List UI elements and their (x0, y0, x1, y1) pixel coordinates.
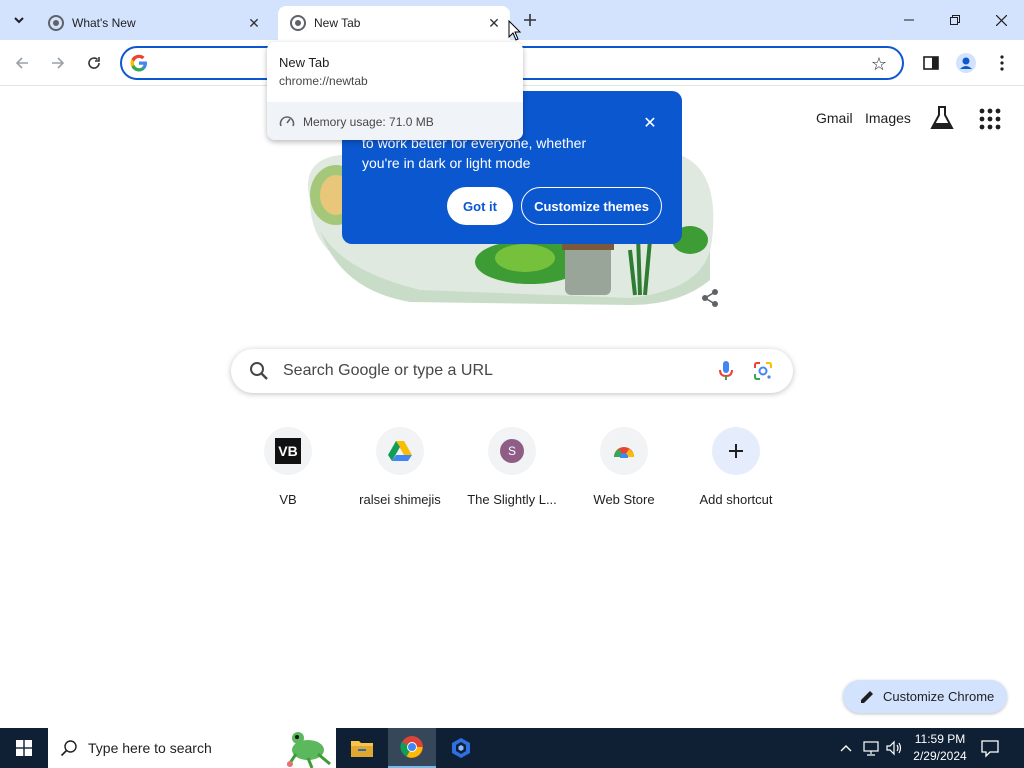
copilot-icon (452, 738, 470, 758)
shortcut-tile[interactable]: S The Slightly L... (456, 427, 568, 517)
got-it-button[interactable]: Got it (447, 187, 513, 225)
tab-new-tab[interactable]: New Tab ✕ (278, 6, 510, 40)
plus-icon (712, 427, 760, 475)
tab-search-button[interactable] (6, 7, 32, 33)
taskbar-clock[interactable]: 11:59 PM 2/29/2024 (905, 731, 975, 765)
chrome-logo-icon (400, 736, 423, 758)
notification-center-icon[interactable] (980, 738, 1000, 758)
shortcut-tile[interactable]: ralsei shimejis (344, 427, 456, 517)
promo-close-icon[interactable]: ✕ (640, 113, 660, 133)
volume-icon[interactable] (885, 739, 903, 757)
shortcut-label: The Slightly L... (467, 492, 557, 507)
shortcut-label: VB (279, 492, 297, 507)
customize-chrome-label: Customize Chrome (883, 689, 995, 704)
images-link[interactable]: Images (865, 110, 911, 126)
tab-title: New Tab (314, 16, 361, 30)
menu-button[interactable] (989, 50, 1015, 76)
google-lens-icon[interactable] (753, 361, 773, 381)
reload-button[interactable] (81, 50, 107, 76)
forward-button[interactable] (45, 50, 71, 76)
tab-whats-new[interactable]: What's New ✕ (36, 6, 270, 40)
clock-time: 11:59 PM (914, 732, 966, 746)
shortcut-label: ralsei shimejis (359, 492, 441, 507)
network-icon[interactable] (862, 739, 880, 757)
memory-usage-text: Memory usage: 71.0 MB (303, 115, 434, 129)
new-tab-button[interactable] (519, 9, 541, 31)
bookmark-star-icon[interactable]: ☆ (866, 51, 892, 77)
chrome-web-store-icon (600, 427, 648, 475)
mouse-cursor-icon (508, 20, 522, 41)
hover-card-title: New Tab (279, 55, 330, 70)
taskbar-search-placeholder: Type here to search (88, 740, 212, 756)
taskbar-chrome[interactable] (388, 728, 436, 768)
google-drive-icon (376, 427, 424, 475)
close-tab-icon[interactable]: ✕ (244, 13, 264, 33)
shortcut-tile[interactable]: Web Store (568, 427, 680, 517)
chevron-up-icon[interactable] (838, 740, 854, 756)
arrow-right-icon (52, 57, 65, 69)
minimize-icon (904, 19, 914, 21)
customize-themes-button[interactable]: Customize themes (521, 187, 662, 225)
pencil-icon (861, 690, 873, 703)
google-apps-icon[interactable] (978, 107, 1002, 131)
kebab-menu-icon (1000, 55, 1004, 71)
tab-hover-card: New Tab chrome://newtab Memory usage: 71… (267, 42, 523, 140)
shortcut-label: Web Store (593, 492, 655, 507)
shortcut-label: Add shortcut (699, 492, 773, 507)
vb-logo-icon: VB (264, 427, 312, 475)
add-shortcut-tile[interactable]: Add shortcut (680, 427, 792, 517)
tab-title: What's New (72, 16, 136, 30)
memory-usage-row: Memory usage: 71.0 MB (267, 102, 523, 140)
letter-s-avatar-icon: S (488, 427, 536, 475)
windows-logo-icon (16, 740, 32, 756)
ntp-search-box[interactable]: Search Google or type a URL (231, 349, 793, 393)
plus-icon (524, 14, 536, 26)
gmail-link[interactable]: Gmail (816, 110, 853, 126)
microphone-icon[interactable] (717, 360, 735, 382)
reload-icon (88, 57, 100, 69)
close-tab-icon[interactable]: ✕ (484, 13, 504, 33)
side-panel-icon (923, 56, 939, 70)
clock-date: 2/29/2024 (913, 749, 967, 763)
google-g-icon (130, 54, 147, 72)
search-icon (250, 362, 268, 380)
avatar-letter: S (500, 439, 524, 463)
hover-card-url: chrome://newtab (279, 74, 368, 88)
taskbar-search-box[interactable]: Type here to search (48, 728, 336, 768)
restore-button[interactable] (932, 0, 978, 40)
svg-text:VB: VB (278, 443, 297, 459)
restore-icon (950, 15, 960, 25)
close-icon (995, 14, 1007, 26)
speedometer-icon (279, 116, 295, 127)
taskbar-copilot[interactable] (437, 728, 485, 768)
chevron-down-icon (14, 17, 24, 24)
back-button[interactable] (9, 50, 35, 76)
windows-taskbar: Type here to search 11:59 PM 2/29/2024 (0, 728, 1024, 768)
close-window-button[interactable] (978, 0, 1024, 40)
side-panel-button[interactable] (918, 50, 944, 76)
profile-avatar-icon (956, 53, 976, 73)
chrome-favicon-icon (290, 15, 306, 31)
start-button[interactable] (0, 728, 48, 768)
arrow-left-icon (15, 57, 28, 69)
share-icon[interactable] (700, 288, 720, 308)
customize-chrome-button[interactable]: Customize Chrome (843, 680, 1007, 713)
shortcut-tile[interactable]: VB VB (232, 427, 344, 517)
profile-button[interactable] (953, 50, 979, 76)
leap-day-frog-icon (286, 732, 331, 768)
labs-flask-icon[interactable] (930, 105, 954, 131)
folder-icon (351, 741, 373, 757)
search-placeholder: Search Google or type a URL (283, 362, 493, 379)
minimize-button[interactable] (886, 0, 932, 40)
taskbar-file-explorer[interactable] (338, 728, 386, 768)
chrome-favicon-icon (48, 15, 64, 31)
search-icon (60, 740, 77, 757)
